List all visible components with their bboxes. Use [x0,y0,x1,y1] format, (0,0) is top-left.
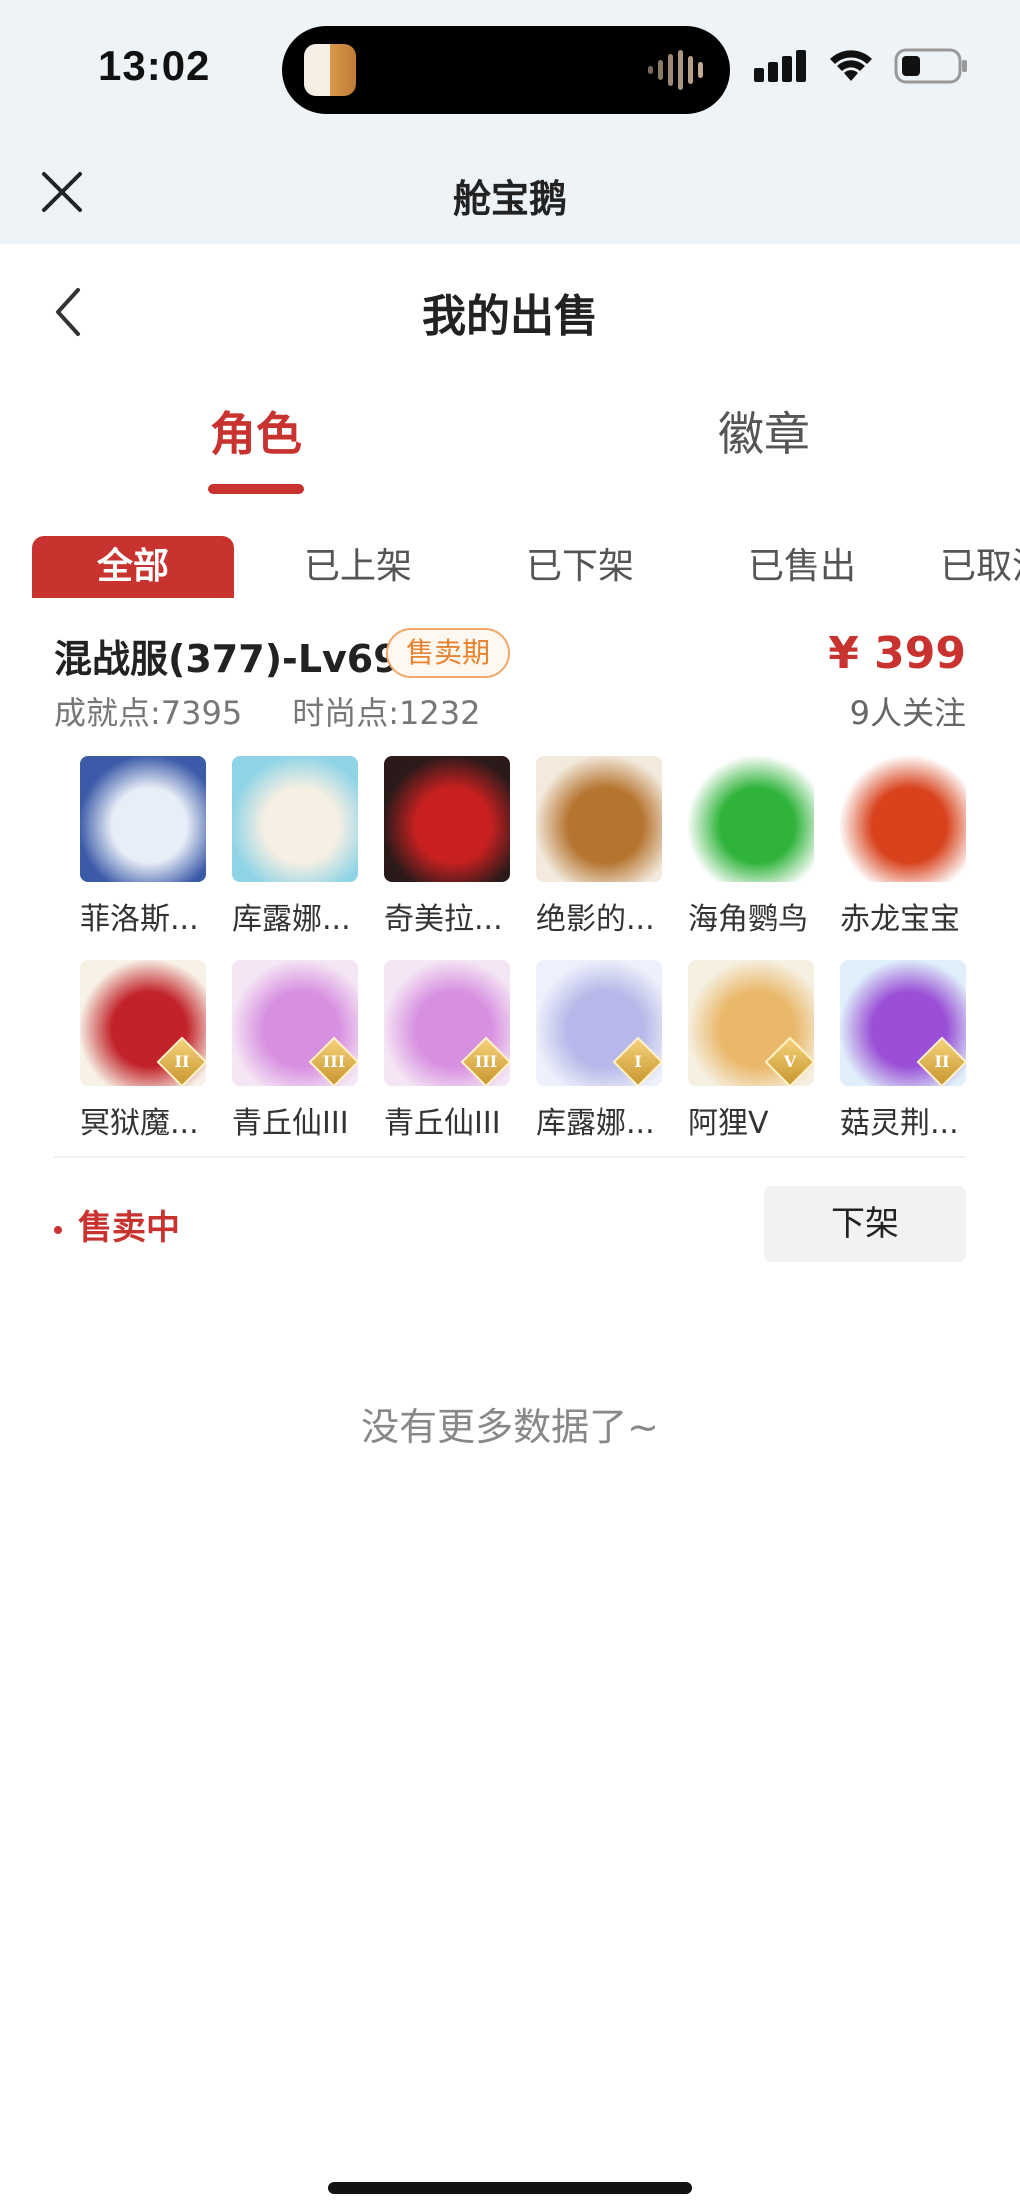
pet-image: I [536,960,662,1086]
rank-badge-icon: III [460,1036,510,1086]
audio-wave-icon [648,50,703,90]
rank-label: II [174,1052,190,1071]
selling-label: 售卖中 [78,1208,180,1248]
rank-badge-icon: I [612,1036,662,1086]
tab-roles[interactable]: 角色 [146,398,366,464]
pet-name: 库露娜... [536,1106,655,1141]
rank-badge-icon: III [308,1036,358,1086]
status-dot [54,1225,62,1234]
pet-image: V [688,960,814,1086]
rank-label: V [783,1052,797,1071]
cellular-signal-icon [754,50,806,82]
pet-name: 青丘仙III [232,1106,349,1141]
pet-item[interactable]: 菲洛斯... [80,756,206,938]
pet-image: III [384,960,510,1086]
delist-button[interactable]: 下架 [764,1186,966,1262]
pet-image [80,756,206,882]
pet-image [536,756,662,882]
pet-image: II [840,960,966,1086]
dynamic-island [282,26,730,114]
pet-name: 绝影的... [536,902,655,937]
filter-all[interactable]: 全部 [32,536,234,598]
status-badge: 售卖期 [386,628,511,678]
pet-item[interactable]: V 阿狸V [688,960,814,1142]
achievement-points: 成就点:7395 [54,694,243,732]
pet-image [232,756,358,882]
no-more-data: 没有更多数据了~ [361,1405,659,1449]
pet-grid: 菲洛斯... 库露娜... 奇美拉... 绝影的... 海角鹦鸟 赤龙宝宝 II 冥狱魔...… [80,756,966,1142]
price: ¥ 399 [828,628,966,679]
pet-image [840,756,966,882]
pet-name: 冥狱魔... [80,1106,199,1141]
status-time: 13:02 [98,42,211,89]
points-info: 成就点:7395 时尚点:1232 [54,688,530,734]
pet-item[interactable]: 库露娜... [232,756,358,938]
pet-image: III [232,960,358,1086]
pet-name: 菲洛斯... [80,902,199,937]
pet-item[interactable]: III 青丘仙III [384,960,510,1142]
filter-cancelled[interactable]: 已取消 [940,536,1020,598]
page-header: 我的出售 [0,244,1020,374]
tab-badges[interactable]: 徽章 [654,398,874,464]
pet-name: 青丘仙III [384,1106,501,1141]
server-level: 混战服(377)-Lv69 [54,637,400,681]
listing-card[interactable]: 混战服(377)-Lv69 售卖期 ¥ 399 成就点:7395 时尚点:1232… [54,620,966,1262]
pet-name: 库露娜... [232,902,351,937]
main-tabs: 角色 徽章 [0,398,1020,498]
rank-label: III [322,1052,346,1071]
follower-count: 9人关注 [849,694,966,732]
webview-bar: 舱宝鹅 [0,140,1020,244]
pet-item[interactable]: II 菇灵荆... [840,960,966,1142]
selling-status: 售卖中 [54,1200,180,1249]
rank-label: II [934,1052,950,1071]
pet-item[interactable]: 绝影的... [536,756,662,938]
pet-name: 奇美拉... [384,902,503,937]
filter-sold[interactable]: 已售出 [722,536,882,598]
divider [54,1156,966,1158]
pet-image [688,756,814,882]
pet-name: 阿狸V [688,1106,769,1141]
top-area: 13:02 舱宝鹅 [0,0,1020,244]
status-filter-row: 全部 已上架 已下架 已售出 已取消 [0,536,1020,598]
pet-image [384,756,510,882]
filter-delisted[interactable]: 已下架 [500,536,660,598]
filter-listed[interactable]: 已上架 [278,536,438,598]
rank-badge-icon: II [156,1036,206,1086]
pet-item[interactable]: 赤龙宝宝 [840,756,966,938]
pet-image: II [80,960,206,1086]
pet-item[interactable]: I 库露娜... [536,960,662,1142]
fashion-points: 时尚点:1232 [292,694,481,732]
rank-badge-icon: V [764,1036,814,1086]
page-title: 我的出售 [422,291,598,342]
home-indicator[interactable] [328,2182,692,2194]
pet-name: 菇灵荆... [840,1106,959,1141]
status-icons [754,46,968,86]
pet-item[interactable]: 奇美拉... [384,756,510,938]
pet-item[interactable]: 海角鹦鸟 [688,756,814,938]
active-tab-indicator [208,484,304,494]
wifi-icon [830,50,872,81]
rank-badge-icon: II [916,1036,966,1086]
pet-item[interactable]: III 青丘仙III [232,960,358,1142]
rank-label: III [474,1052,498,1071]
pet-name: 海角鹦鸟 [688,902,808,937]
rank-label: I [634,1052,642,1071]
now-playing-avatar [304,44,356,96]
pet-name: 赤龙宝宝 [840,902,960,937]
battery-icon [894,48,967,84]
pet-item[interactable]: II 冥狱魔... [80,960,206,1142]
webview-title: 舱宝鹅 [452,177,567,221]
